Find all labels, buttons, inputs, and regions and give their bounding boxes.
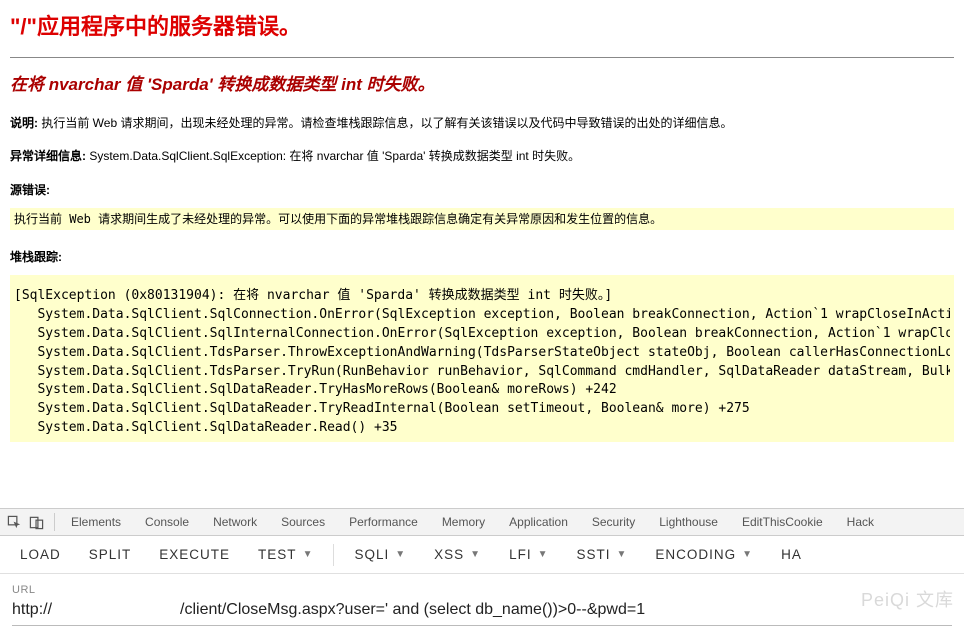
redacted-host xyxy=(52,598,180,614)
source-error-box: 执行当前 Web 请求期间生成了未经处理的异常。可以使用下面的异常堆栈跟踪信息确… xyxy=(10,208,954,231)
sqli-label: SQLI xyxy=(354,536,389,574)
load-button[interactable]: LOAD xyxy=(6,536,75,574)
devtools-tab-security[interactable]: Security xyxy=(580,508,647,536)
source-error-text: 执行当前 Web 请求期间生成了未经处理的异常。可以使用下面的异常堆栈跟踪信息确… xyxy=(14,210,950,229)
inspect-element-icon[interactable] xyxy=(4,512,24,532)
devtools-tab-editthiscookie[interactable]: EditThisCookie xyxy=(730,508,835,536)
device-toolbar-icon[interactable] xyxy=(26,512,46,532)
devtools-tab-elements[interactable]: Elements xyxy=(59,508,133,536)
xss-dropdown[interactable]: XSS ▼ xyxy=(420,536,495,574)
exception-detail-label: 异常详细信息: xyxy=(10,149,86,163)
lfi-label: LFI xyxy=(509,536,532,574)
devtools-tab-lighthouse[interactable]: Lighthouse xyxy=(647,508,730,536)
divider xyxy=(10,57,954,58)
devtools-tabstrip: Elements Console Network Sources Perform… xyxy=(0,508,964,536)
chevron-down-icon: ▼ xyxy=(538,536,549,574)
devtools-tab-application[interactable]: Application xyxy=(497,508,580,536)
devtools-tab-memory[interactable]: Memory xyxy=(430,508,497,536)
hashing-dropdown[interactable]: HA xyxy=(767,536,816,574)
sqli-dropdown[interactable]: SQLI ▼ xyxy=(340,536,420,574)
split-button[interactable]: SPLIT xyxy=(75,536,146,574)
test-label: TEST xyxy=(258,536,297,574)
page-title: "/"应用程序中的服务器错误。 xyxy=(10,9,954,41)
source-error-label: 源错误: xyxy=(10,181,954,198)
devtools-tab-console[interactable]: Console xyxy=(133,508,201,536)
url-text-prefix: http:// xyxy=(12,601,52,619)
url-input[interactable]: http:// /client/CloseMsg.aspx?user=' and … xyxy=(12,598,952,626)
hackbar-toolbar: LOAD SPLIT EXECUTE TEST ▼ SQLI ▼ XSS ▼ L… xyxy=(0,536,964,574)
error-page: "/"应用程序中的服务器错误。 在将 nvarchar 值 'Sparda' 转… xyxy=(0,0,964,508)
devtools-tab-sources[interactable]: Sources xyxy=(269,508,337,536)
divider xyxy=(54,513,55,531)
description-label: 说明: xyxy=(10,116,38,130)
divider xyxy=(333,544,334,566)
hashing-label: HA xyxy=(781,536,802,574)
description-line: 说明: 执行当前 Web 请求期间，出现未经处理的异常。请检查堆栈跟踪信息，以了… xyxy=(10,115,954,132)
chevron-down-icon: ▼ xyxy=(742,536,753,574)
lfi-dropdown[interactable]: LFI ▼ xyxy=(495,536,562,574)
url-area: URL http:// /client/CloseMsg.aspx?user=' … xyxy=(0,574,964,626)
url-text-suffix: /client/CloseMsg.aspx?user=' and (select… xyxy=(180,601,645,619)
chevron-down-icon: ▼ xyxy=(303,536,314,574)
encoding-label: ENCODING xyxy=(655,536,736,574)
encoding-dropdown[interactable]: ENCODING ▼ xyxy=(641,536,767,574)
xss-label: XSS xyxy=(434,536,464,574)
devtools-tab-performance[interactable]: Performance xyxy=(337,508,430,536)
error-subtitle: 在将 nvarchar 值 'Sparda' 转换成数据类型 int 时失败。 xyxy=(10,70,954,95)
description-text: 执行当前 Web 请求期间，出现未经处理的异常。请检查堆栈跟踪信息，以了解有关该… xyxy=(41,116,732,130)
devtools-tab-hackbar[interactable]: Hack xyxy=(835,508,886,536)
stack-trace-label: 堆栈跟踪: xyxy=(10,248,954,265)
chevron-down-icon: ▼ xyxy=(617,536,628,574)
stack-trace-box: [SqlException (0x80131904): 在将 nvarchar … xyxy=(10,275,954,442)
chevron-down-icon: ▼ xyxy=(395,536,406,574)
exception-detail-line: 异常详细信息: System.Data.SqlClient.SqlExcepti… xyxy=(10,148,954,165)
chevron-down-icon: ▼ xyxy=(470,536,481,574)
ssti-dropdown[interactable]: SSTI ▼ xyxy=(562,536,641,574)
execute-button[interactable]: EXECUTE xyxy=(145,536,244,574)
ssti-label: SSTI xyxy=(576,536,610,574)
exception-detail-text: System.Data.SqlClient.SqlException: 在将 n… xyxy=(89,149,580,163)
devtools-tab-network[interactable]: Network xyxy=(201,508,269,536)
url-label: URL xyxy=(12,584,952,596)
test-dropdown[interactable]: TEST ▼ xyxy=(244,536,327,574)
stack-trace-text: [SqlException (0x80131904): 在将 nvarchar … xyxy=(14,287,950,438)
